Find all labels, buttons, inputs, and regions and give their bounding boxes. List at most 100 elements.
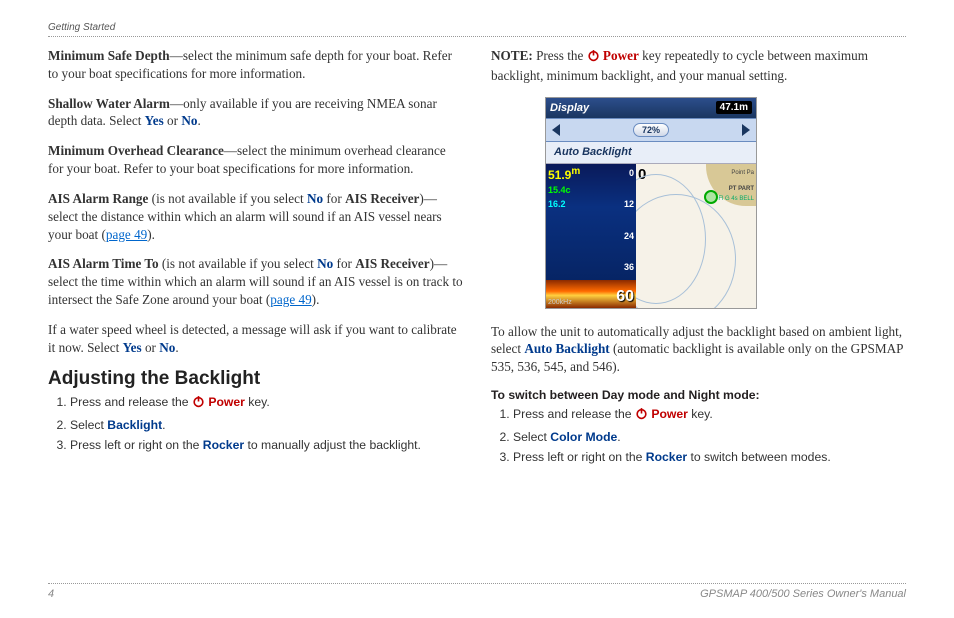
steps-color-mode: Press and release the Power key. Select … [491, 406, 906, 465]
content-columns: Minimum Safe Depth—select the minimum sa… [48, 47, 906, 475]
screenshot-titlebar: Display 47.1m [546, 98, 756, 118]
text: Press and release the [513, 407, 635, 421]
page-header: Getting Started [48, 22, 906, 37]
depth-main: 51.9 [548, 168, 571, 182]
para-min-overhead: Minimum Overhead Clearance—select the mi… [48, 142, 463, 178]
display-label: Display [550, 102, 589, 114]
label: AIS Alarm Time To [48, 256, 159, 271]
heading-adjust-backlight: Adjusting the Backlight [48, 368, 463, 390]
step-2: Select Backlight. [70, 417, 463, 433]
page-link-49[interactable]: page 49 [270, 292, 311, 307]
tick: 36 [624, 262, 634, 272]
color-mode-option: Color Mode [550, 430, 617, 444]
text: . [162, 418, 165, 432]
boat-marker-icon [704, 190, 718, 204]
map-contour [636, 194, 736, 308]
auto-backlight-option: Auto Backlight [524, 341, 609, 356]
text: . [197, 113, 200, 128]
power-icon [587, 49, 600, 67]
tick: 12 [624, 199, 634, 209]
sonar-freq: 200kHz [548, 299, 572, 306]
para-ais-range: AIS Alarm Range (is not available if you… [48, 190, 463, 243]
rocker-label: Rocker [646, 450, 687, 464]
tick: 24 [624, 231, 634, 241]
text: or [142, 340, 160, 355]
no-option: No [159, 340, 175, 355]
para-auto-backlight: To allow the unit to automatically adjus… [491, 323, 906, 376]
device-screenshot: Display 47.1m 72% Auto Backlight 51.9m 1… [545, 97, 757, 309]
para-min-safe-depth: Minimum Safe Depth—select the minimum sa… [48, 47, 463, 83]
top-value: 47.1m [716, 101, 752, 114]
depth-2: 15.4c [548, 185, 571, 195]
ais-receiver: AIS Receiver [345, 191, 419, 206]
map-label: Fl G 4s BELL [718, 196, 754, 202]
text: (is not available if you select [148, 191, 307, 206]
text: Press the [533, 48, 587, 63]
manual-title: GPSMAP 400/500 Series Owner's Manual [700, 588, 906, 600]
yes-option: Yes [145, 113, 164, 128]
text: Select [70, 418, 107, 432]
rocker-label: Rocker [203, 438, 244, 452]
power-label: Power [603, 48, 639, 63]
arrow-left-icon[interactable] [552, 124, 560, 136]
text: for [333, 256, 355, 271]
text: ). [147, 227, 155, 242]
text: key. [245, 395, 270, 409]
chart-area: 51.9m 15.4c 16.2 0 12 24 36 48 200kHz 60 [546, 164, 756, 308]
depth-unit: m [571, 166, 580, 177]
backlight-option: Backlight [107, 418, 162, 432]
text: . [175, 340, 178, 355]
ais-receiver: AIS Receiver [355, 256, 429, 271]
page-footer: 4 GPSMAP 400/500 Series Owner's Manual [48, 583, 906, 600]
sonar-panel: 51.9m 15.4c 16.2 0 12 24 36 48 200kHz 60 [546, 164, 636, 308]
no-option: No [181, 113, 197, 128]
page-number: 4 [48, 588, 54, 600]
power-label: Power [651, 407, 688, 421]
map-panel: 0 Point Pa PT PART Fl G 4s BELL [636, 164, 756, 308]
sonar-big: 60 [616, 288, 634, 306]
depth-readings: 51.9m 15.4c 16.2 [548, 166, 580, 210]
label: Shallow Water Alarm [48, 96, 170, 111]
text: for [323, 191, 345, 206]
arrow-right-icon[interactable] [742, 124, 750, 136]
no-option: No [317, 256, 333, 271]
para-shallow-water: Shallow Water Alarm—only available if yo… [48, 95, 463, 131]
step-3: Press left or right on the Rocker to man… [70, 437, 463, 453]
auto-backlight-row[interactable]: Auto Backlight [546, 142, 756, 164]
para-ais-time: AIS Alarm Time To (is not available if y… [48, 255, 463, 308]
label: Minimum Overhead Clearance [48, 143, 224, 158]
text: Select [513, 430, 550, 444]
power-label: Power [208, 395, 245, 409]
step-1: Press and release the Power key. [513, 406, 906, 424]
step-1: Press and release the Power key. [70, 394, 463, 412]
step-2: Select Color Mode. [513, 429, 906, 445]
para-note: NOTE: Press the Power key repeatedly to … [491, 47, 906, 85]
right-column: NOTE: Press the Power key repeatedly to … [491, 47, 906, 475]
text: or [164, 113, 182, 128]
text: (is not available if you select [159, 256, 318, 271]
power-icon [635, 407, 648, 424]
page-link-49[interactable]: page 49 [106, 227, 147, 242]
steps-backlight: Press and release the Power key. Select … [48, 394, 463, 453]
label: Minimum Safe Depth [48, 48, 170, 63]
map-label: Point Pa [731, 170, 754, 176]
slider-value: 72% [633, 123, 669, 137]
text: ). [312, 292, 320, 307]
para-water-speed: If a water speed wheel is detected, a me… [48, 321, 463, 357]
depth-3: 16.2 [548, 199, 566, 209]
text: key. [688, 407, 713, 421]
label: AIS Alarm Range [48, 191, 148, 206]
note-label: NOTE: [491, 48, 533, 63]
text: Press left or right on the [513, 450, 646, 464]
step-3: Press left or right on the Rocker to swi… [513, 449, 906, 465]
text: If a water speed wheel is detected, a me… [48, 322, 457, 355]
power-icon [192, 395, 205, 412]
text: Press and release the [70, 395, 192, 409]
backlight-slider[interactable]: 72% [546, 118, 756, 142]
no-option: No [307, 191, 323, 206]
heading-switch-mode: To switch between Day mode and Night mod… [491, 388, 906, 402]
text: Press left or right on the [70, 438, 203, 452]
map-label: PT PART [729, 186, 754, 192]
text: . [617, 430, 620, 444]
left-column: Minimum Safe Depth—select the minimum sa… [48, 47, 463, 475]
